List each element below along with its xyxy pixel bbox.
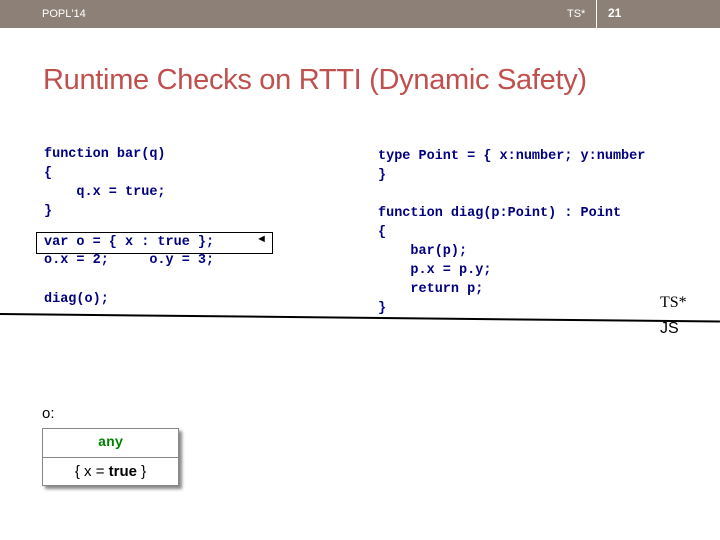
pointer-arrow-icon: ◄ [256, 233, 267, 245]
code-line-close-brace-2: } [378, 301, 387, 316]
code-line-return: return p; [378, 282, 484, 297]
code-line-bar-call: bar(p); [378, 244, 468, 259]
conference-label: POPL'14 [42, 8, 86, 20]
object-rtti-tag: any [43, 429, 178, 458]
code-line-assign-o: o.x = 2; o.y = 3; [44, 253, 215, 268]
code-line-diag-call: diag(o); [44, 292, 109, 307]
code-line-type-decl: type Point = { x:number; y:number [378, 149, 646, 164]
slide-header-bar: POPL'14 TS* 21 [0, 0, 720, 28]
code-line-assign-q: q.x = true; [44, 185, 166, 200]
page-number: 21 [608, 6, 622, 20]
code-line-bar-header: function bar(q) [44, 147, 166, 162]
left-code-block: function bar(q) { q.x = true;} [44, 145, 166, 221]
js-label: JS [660, 320, 679, 337]
object-o-box: any { x = true } [42, 428, 179, 486]
object-fields: { x = true } [74, 463, 147, 480]
ts-star-label: TS* [660, 294, 687, 311]
code-line-close-brace: } [44, 204, 53, 219]
code-line-open-brace-2: { [378, 225, 387, 240]
code-line-open-brace: { [44, 166, 53, 181]
code-line-diag-header: function diag(p:Point) : Point [378, 206, 622, 221]
right-code-block: type Point = { x:number; y:number}​funct… [378, 147, 645, 318]
slide-title: Runtime Checks on RTTI (Dynamic Safety) [43, 64, 587, 96]
object-o-label: o: [42, 405, 55, 422]
header-separator [596, 0, 597, 28]
slide-topic-label: TS* [567, 8, 586, 20]
code-line-assign-p: p.x = p.y; [378, 263, 492, 278]
code-line-type-close: } [378, 168, 387, 183]
field-x-value: true [108, 463, 137, 480]
